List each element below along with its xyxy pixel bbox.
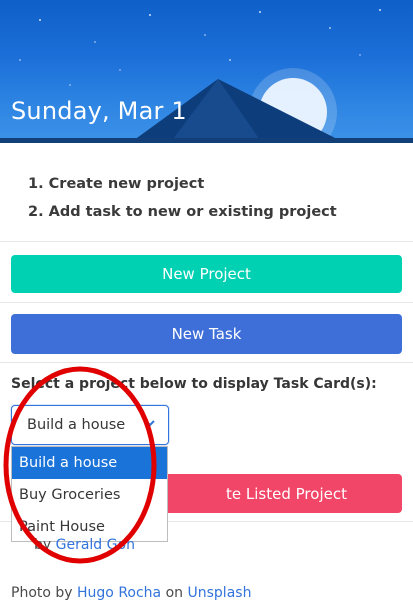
photographer-link[interactable]: Hugo Rocha: [77, 585, 161, 601]
divider: [0, 241, 413, 242]
instruction-step-2: 2. Add task to new or existing project: [28, 204, 337, 220]
project-select-value: Build a house: [27, 417, 126, 433]
project-option[interactable]: Buy Groceries: [12, 479, 167, 511]
delete-project-label: te Listed Project: [226, 484, 347, 503]
instructions: 1. Create new project 2. Add task to new…: [28, 170, 337, 226]
project-option[interactable]: Build a house: [12, 447, 167, 479]
photo-credit-on: on: [165, 585, 184, 601]
hero-banner: Sunday, Mar 1: [0, 0, 413, 143]
builder-credit: by Gerald Goh: [11, 537, 135, 553]
divider: [0, 362, 413, 363]
builder-credit-prefix: by: [34, 537, 52, 553]
project-select-label: Select a project below to display Task C…: [11, 376, 377, 392]
current-date: Sunday, Mar 1: [11, 97, 187, 125]
photo-credit-prefix: Photo by: [11, 585, 73, 601]
unsplash-link[interactable]: Unsplash: [188, 585, 252, 601]
photo-credit: Photo by Hugo Rocha on Unsplash: [11, 585, 251, 601]
chevron-down-icon: [145, 420, 155, 427]
new-project-button[interactable]: New Project: [11, 255, 402, 293]
instruction-step-1: 1. Create new project: [28, 176, 205, 192]
project-select[interactable]: Build a house: [11, 405, 169, 445]
author-link[interactable]: Gerald Goh: [56, 537, 135, 553]
divider: [0, 302, 413, 303]
new-task-button[interactable]: New Task: [11, 314, 402, 354]
project-options-list[interactable]: Build a house Buy Groceries Paint House: [11, 446, 168, 542]
